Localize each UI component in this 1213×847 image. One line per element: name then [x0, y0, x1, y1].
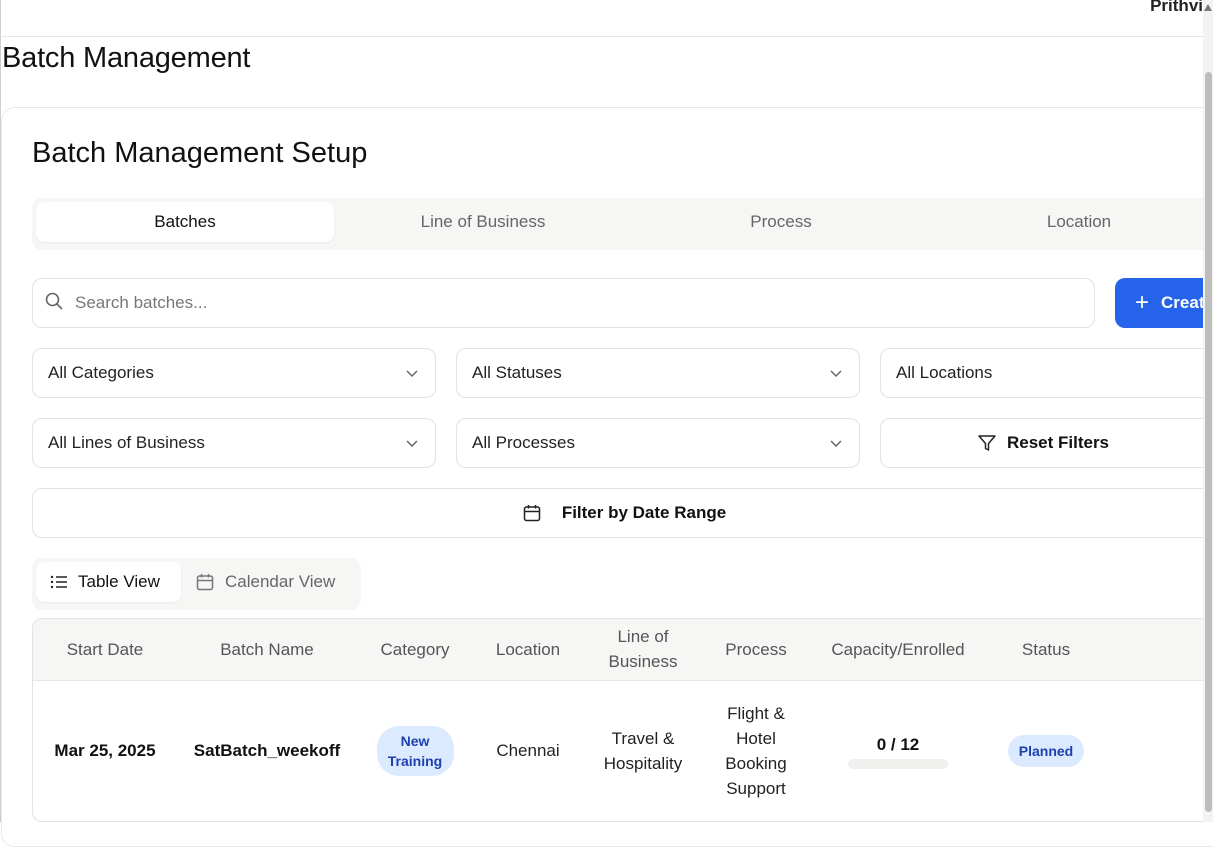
header-lob-line1: Line of: [617, 627, 669, 647]
header-status[interactable]: Status: [987, 619, 1105, 680]
calendar-icon: [196, 574, 214, 591]
cell-lob-line2: Hospitality: [603, 753, 683, 773]
tab-line-of-business[interactable]: Line of Business: [334, 202, 632, 242]
header-batch-name[interactable]: Batch Name: [177, 619, 357, 680]
category-select[interactable]: All Categories: [32, 348, 436, 398]
header-start-date[interactable]: Start Date: [33, 619, 177, 680]
header-category[interactable]: Category: [357, 619, 473, 680]
page-scrollbar[interactable]: [1203, 0, 1213, 822]
cell-process-line3: Booking: [725, 753, 787, 773]
cell-process-line4: Support: [726, 778, 786, 798]
header-lob-line2: Business: [608, 652, 678, 672]
list-icon: [50, 575, 67, 589]
reset-filters-label: Reset Filters: [1006, 433, 1110, 452]
chevron-down-icon: [406, 440, 418, 448]
cell-batch-name: SatBatch_weekoff: [193, 741, 341, 761]
cell-category: New Training: [357, 680, 473, 821]
calendar-view-button[interactable]: Calendar View: [181, 562, 349, 602]
cell-process: Flight & Hotel Booking Support: [703, 680, 809, 821]
calendar-view-label: Calendar View: [225, 572, 336, 591]
setup-tabs: Batches Line of Business Process Locatio…: [32, 198, 1213, 250]
user-name[interactable]: Prithvi: [1150, 0, 1203, 16]
table-view-label: Table View: [78, 572, 160, 591]
line-of-business-select[interactable]: All Lines of Business: [32, 418, 436, 468]
tab-location[interactable]: Location: [930, 202, 1213, 242]
header-line-of-business[interactable]: Line of Business: [583, 619, 703, 680]
process-select-value: All Processes: [472, 433, 575, 452]
table-view-button[interactable]: Table View: [36, 562, 181, 602]
filter-icon: [978, 435, 996, 451]
search-icon: [45, 292, 63, 315]
tab-batches[interactable]: Batches: [36, 202, 334, 242]
cell-lob-line1: Travel &: [611, 728, 675, 748]
chevron-down-icon: [830, 440, 842, 448]
category-badge: New Training: [376, 725, 454, 776]
cell-process-line2: Hotel: [736, 728, 776, 748]
category-select-value: All Categories: [48, 363, 154, 382]
line-of-business-select-value: All Lines of Business: [48, 433, 205, 452]
chevron-down-icon: [406, 370, 418, 378]
view-toggle: Table View Calendar View: [32, 558, 361, 610]
status-badge: Planned: [1007, 734, 1085, 767]
table-header-row: Start Date Batch Name Category Location …: [33, 619, 1213, 680]
table-row[interactable]: Mar 25, 2025 SatBatch_weekoff New Trainin…: [33, 680, 1213, 821]
search-box: [32, 278, 1095, 328]
category-badge-line1: New: [400, 732, 430, 749]
cell-process-line1: Flight &: [727, 703, 785, 723]
filter-by-date-range-button[interactable]: Filter by Date Range: [32, 488, 1213, 538]
header-actions: [1105, 619, 1213, 680]
plus-icon: +: [1135, 289, 1150, 316]
reset-filters-button[interactable]: Reset Filters: [880, 418, 1213, 468]
filter-by-date-range-label: Filter by Date Range: [561, 503, 727, 522]
create-batch-button[interactable]: + Create: [1115, 278, 1213, 328]
header-capacity-enrolled[interactable]: Capacity/Enrolled: [809, 619, 987, 680]
top-bar: Prithvi: [0, 0, 1203, 37]
process-select[interactable]: All Processes: [456, 418, 860, 468]
calendar-icon: [523, 505, 541, 522]
location-select[interactable]: All Locations: [880, 348, 1213, 398]
page-title: Batch Management: [2, 42, 251, 74]
capacity-value: 0 / 12: [876, 735, 920, 755]
card-title: Batch Management Setup: [32, 137, 368, 169]
status-select-value: All Statuses: [472, 363, 562, 382]
status-select[interactable]: All Statuses: [456, 348, 860, 398]
header-location[interactable]: Location: [473, 619, 583, 680]
category-badge-line2: Training: [387, 752, 443, 769]
cell-line-of-business: Travel & Hospitality: [583, 680, 703, 821]
cell-actions: [1105, 680, 1213, 821]
chevron-down-icon: [830, 370, 842, 378]
scroll-up-arrow-icon[interactable]: [1204, 4, 1212, 11]
scrollbar-thumb[interactable]: [1205, 72, 1212, 812]
cell-status: Planned: [987, 680, 1105, 821]
search-input[interactable]: [73, 288, 1053, 318]
cell-capacity-enrolled: 0 / 12: [809, 680, 987, 821]
enrollment-progress-bar: [848, 759, 948, 770]
batches-table: Start Date Batch Name Category Location …: [32, 618, 1213, 822]
location-select-value: All Locations: [896, 363, 993, 382]
cell-location: Chennai: [496, 741, 560, 761]
tab-process[interactable]: Process: [632, 202, 930, 242]
cell-start-date: Mar 25, 2025: [54, 741, 156, 761]
header-process[interactable]: Process: [703, 619, 809, 680]
